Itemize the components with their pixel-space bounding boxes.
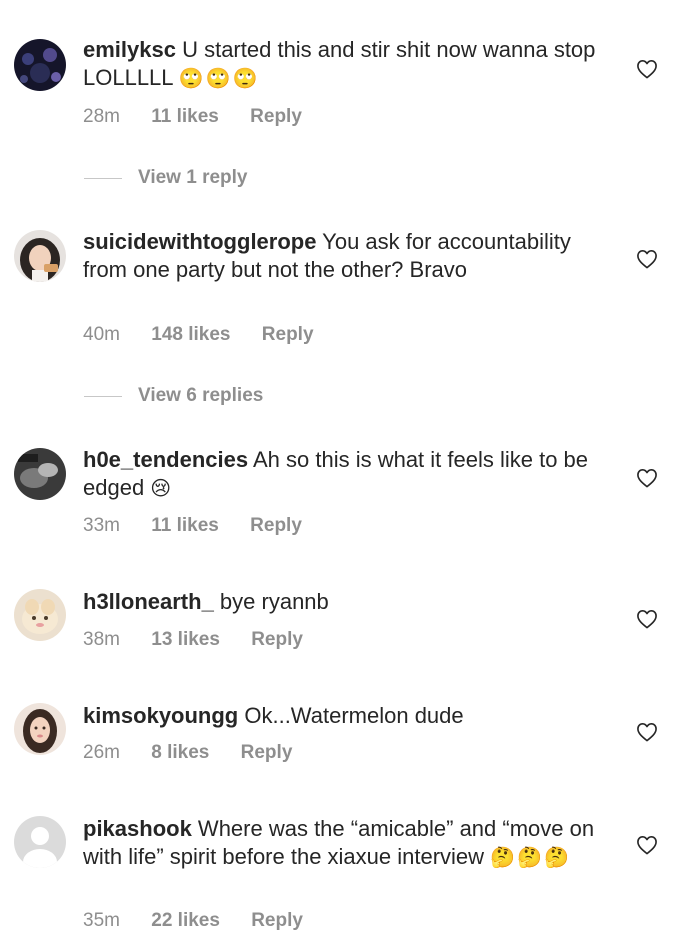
comment-username[interactable]: kimsokyoungg (83, 703, 238, 728)
comment-meta: 38m 13 likes Reply (83, 629, 303, 651)
emoji-group: 🙄🙄🙄 (178, 67, 260, 90)
view-replies-label: View 1 reply (138, 167, 248, 188)
reply-button[interactable]: Reply (262, 324, 314, 345)
comment-time: 40m (83, 324, 120, 345)
comment-text: pikashook Where was the “amicable” and “… (83, 815, 603, 872)
comment-username[interactable]: pikashook (83, 816, 192, 841)
comment-text: h3llonearth_ bye ryannb (83, 588, 603, 616)
comment-meta: 28m 11 likes Reply (83, 106, 302, 128)
comment-likes[interactable]: 11 likes (151, 106, 219, 127)
avatar[interactable] (14, 703, 66, 755)
avatar[interactable] (14, 39, 66, 91)
avatar-image (14, 589, 66, 641)
comment-likes[interactable]: 8 likes (151, 742, 209, 763)
comment-text: emilyksc U started this and stir shit no… (83, 36, 603, 93)
emoji-group: 🤔🤔🤔 (490, 846, 571, 869)
comment-username[interactable]: h3llonearth_ (83, 589, 214, 614)
comment-body: bye ryannb (213, 589, 329, 614)
avatar-image (14, 230, 66, 282)
reply-button[interactable]: Reply (250, 515, 302, 536)
comment-text: kimsokyoungg Ok...Watermelon dude (83, 702, 603, 730)
avatar[interactable] (14, 589, 66, 641)
avatar-image (14, 448, 66, 500)
comment-time: 38m (83, 629, 120, 650)
comment-text: suicidewithtogglerope You ask for accoun… (83, 228, 603, 283)
reply-button[interactable]: Reply (251, 910, 303, 931)
comment-username[interactable]: emilyksc (83, 37, 176, 62)
avatar[interactable] (14, 230, 66, 282)
comment-likes[interactable]: 22 likes (151, 910, 220, 931)
divider-line (84, 396, 122, 397)
heart-icon[interactable] (636, 609, 658, 629)
comment-meta: 26m 8 likes Reply (83, 742, 292, 764)
reply-button[interactable]: Reply (250, 106, 302, 127)
heart-icon[interactable] (636, 59, 658, 79)
comment-time: 28m (83, 106, 120, 127)
comment-time: 35m (83, 910, 120, 931)
comment-username[interactable]: suicidewithtogglerope (83, 229, 316, 254)
comment-likes[interactable]: 148 likes (151, 324, 230, 345)
reply-button[interactable]: Reply (241, 742, 293, 763)
heart-icon[interactable] (636, 835, 658, 855)
comment-text: h0e_tendencies Ah so this is what it fee… (83, 446, 603, 503)
comment-meta: 40m 148 likes Reply (83, 324, 314, 346)
avatar[interactable] (14, 816, 66, 868)
avatar-image (14, 39, 66, 91)
comment-meta: 35m 22 likes Reply (83, 910, 303, 932)
emoji-group: 😢 (150, 477, 174, 500)
comment-likes[interactable]: 13 likes (151, 629, 220, 650)
comment-meta: 33m 11 likes Reply (83, 515, 302, 537)
comment-body: Ok...Watermelon dude (238, 703, 464, 728)
comment-username[interactable]: h0e_tendencies (83, 447, 248, 472)
comment-time: 33m (83, 515, 120, 536)
default-avatar-icon (14, 816, 66, 868)
view-replies-label: View 6 replies (138, 385, 264, 406)
divider-line (84, 178, 122, 179)
reply-button[interactable]: Reply (251, 629, 303, 650)
heart-icon[interactable] (636, 722, 658, 742)
comment-likes[interactable]: 11 likes (151, 515, 219, 536)
avatar[interactable] (14, 448, 66, 500)
heart-icon[interactable] (636, 249, 658, 269)
heart-icon[interactable] (636, 468, 658, 488)
avatar-image (14, 703, 66, 755)
comment-time: 26m (83, 742, 120, 763)
